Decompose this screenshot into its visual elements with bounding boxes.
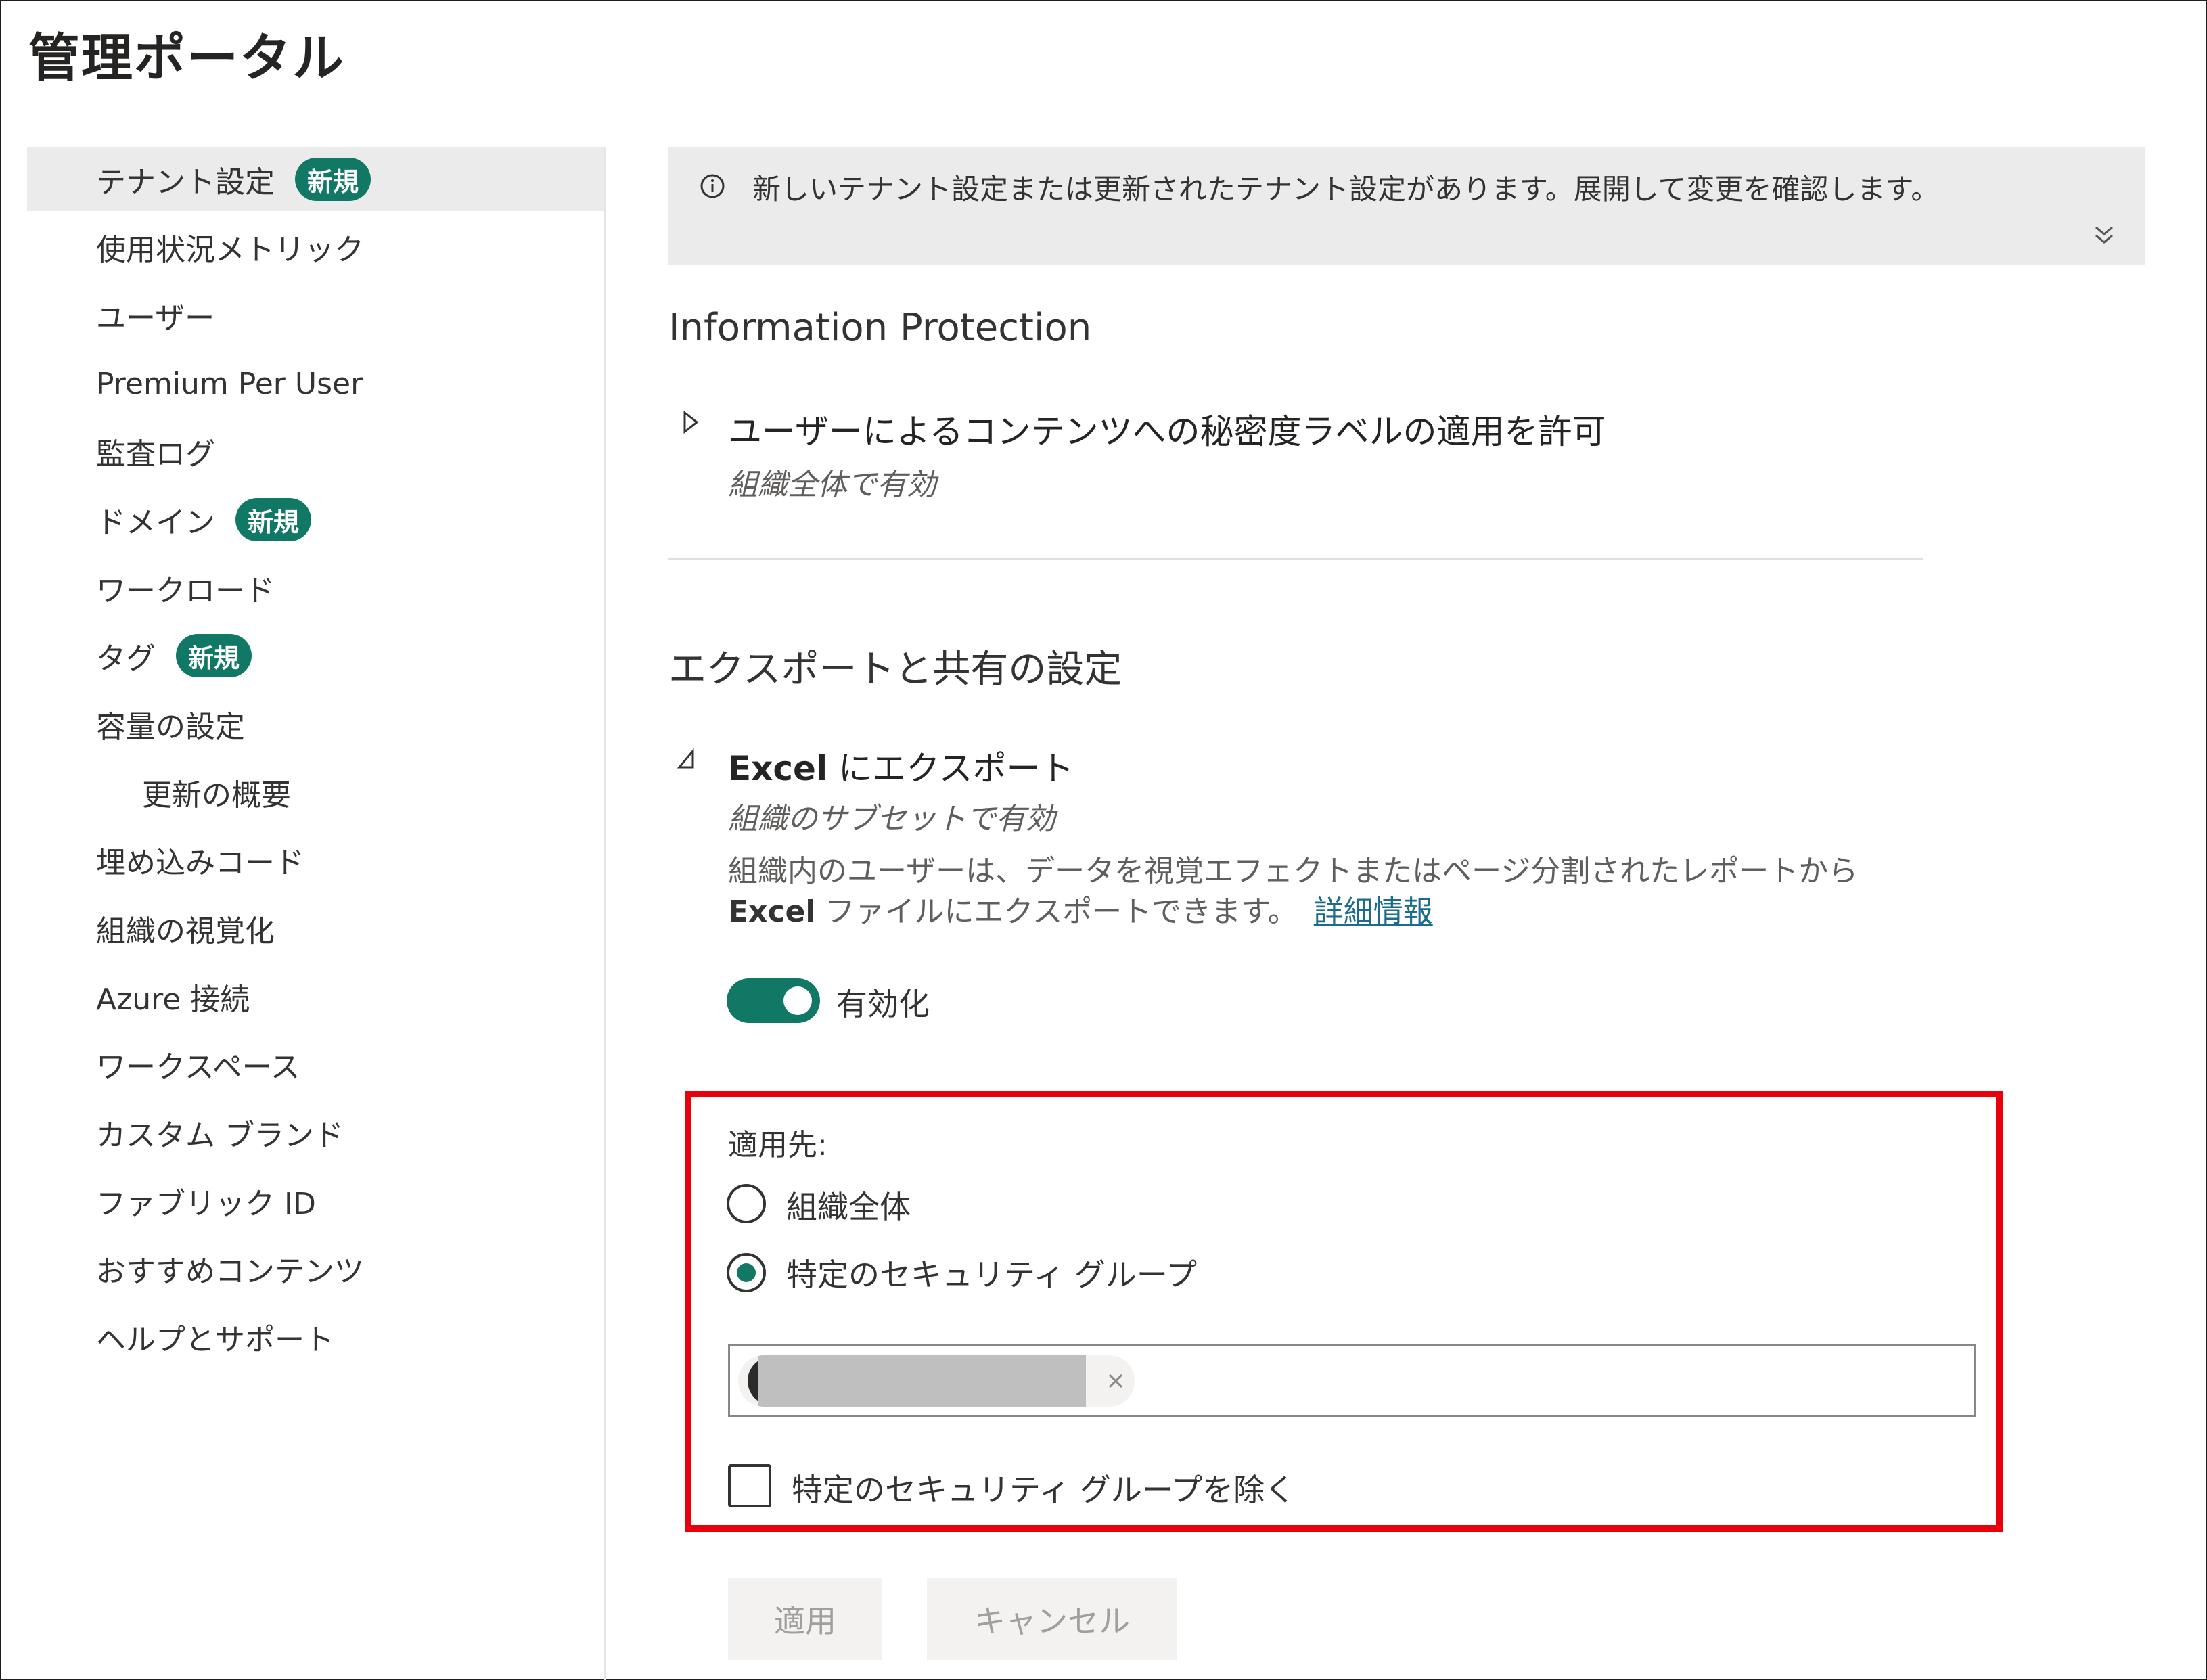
remove-chip-button[interactable]: [1097, 1355, 1135, 1407]
caret-expanded-icon[interactable]: [677, 746, 697, 773]
sidebar-item-domains[interactable]: ドメイン 新規: [27, 488, 604, 551]
info-icon: [700, 174, 725, 198]
cancel-button[interactable]: キャンセル: [927, 1578, 1177, 1660]
sidebar-item-audit-logs[interactable]: 監査ログ: [27, 419, 604, 483]
sidebar-item-label: タグ: [96, 641, 156, 676]
sidebar-item-label: ファブリック ID: [96, 1187, 316, 1221]
description-rest: ファイルにエクスポートできます。: [815, 894, 1298, 929]
section-divider: [668, 558, 1923, 560]
info-banner[interactable]: 新しいテナント設定または更新されたテナント設定があります。展開して変更を確認しま…: [668, 147, 2145, 265]
apply-to-label: 適用先:: [728, 1128, 827, 1162]
sidebar-item-org-visuals[interactable]: 組織の視覚化: [27, 896, 604, 960]
sidebar-item-label: Premium Per User: [96, 366, 363, 401]
sidebar-item-label: 使用状況メトリック: [96, 233, 364, 267]
radio-label-entire-org: 組織全体: [786, 1189, 911, 1225]
setting-title-bold: Excel: [728, 749, 828, 788]
sidebar-item-help-support[interactable]: ヘルプとサポート: [27, 1305, 604, 1369]
page-title: 管理ポータル: [28, 28, 345, 88]
setting-status: 組織全体で有効: [728, 468, 936, 502]
sidebar-item-label: ユーザー: [96, 301, 215, 336]
sidebar-item-users[interactable]: ユーザー: [27, 283, 604, 347]
sidebar-item-label: テナント設定: [96, 165, 275, 200]
sidebar-item-label: 埋め込みコード: [96, 846, 304, 880]
sidebar-item-workloads[interactable]: ワークロード: [27, 556, 604, 620]
exclude-groups-checkbox[interactable]: [728, 1464, 771, 1507]
caret-right-icon[interactable]: [681, 409, 701, 436]
section-title-info-protection: Information Protection: [668, 306, 1092, 350]
new-badge: 新規: [295, 158, 371, 201]
description-line-2: Excel ファイルにエクスポートできます。 詳細情報: [728, 892, 2013, 932]
setting-description: 組織内のユーザーは、データを視覚エフェクトまたはページ分割されたレポートから E…: [728, 851, 2013, 932]
radio-specific-groups[interactable]: [727, 1253, 766, 1292]
radio-selected-dot: [737, 1263, 756, 1282]
sidebar-item-label: ワークロード: [96, 574, 275, 608]
sidebar-item-azure-connections[interactable]: Azure 接続: [27, 965, 604, 1028]
sidebar-item-label: ドメイン: [96, 505, 215, 540]
sidebar-item-workspaces[interactable]: ワークスペース: [27, 1032, 604, 1096]
setting-status: 組織のサブセットで有効: [728, 802, 1055, 836]
close-icon: [1108, 1373, 1123, 1388]
sidebar-item-refresh-summary[interactable]: 更新の概要: [27, 760, 604, 824]
sidebar-item-custom-branding[interactable]: カスタム ブランド: [27, 1101, 604, 1164]
redacted-group-name: [758, 1355, 1086, 1407]
enable-toggle[interactable]: [727, 978, 820, 1023]
sidebar-item-label: ワークスペース: [96, 1050, 300, 1085]
sidebar-item-usage-metrics[interactable]: 使用状況メトリック: [27, 215, 604, 279]
radio-label-specific-groups: 特定のセキュリティ グループ: [786, 1256, 1198, 1293]
sidebar-item-embed-codes[interactable]: 埋め込みコード: [27, 828, 604, 892]
sidebar-item-label: Azure 接続: [96, 982, 250, 1017]
sidebar-item-label: 監査ログ: [96, 437, 215, 472]
banner-text: 新しいテナント設定または更新されたテナント設定があります。展開して変更を確認しま…: [752, 173, 1940, 206]
sidebar-item-label: 更新の概要: [142, 778, 291, 813]
double-chevron-down-icon[interactable]: [2091, 222, 2118, 249]
sidebar-item-featured-content[interactable]: おすすめコンテンツ: [27, 1237, 604, 1300]
new-badge: 新規: [176, 634, 252, 677]
sidebar: テナント設定 新規 使用状況メトリック ユーザー Premium Per Use…: [27, 147, 606, 1680]
learn-more-link[interactable]: 詳細情報: [1314, 894, 1433, 929]
description-bold: Excel: [728, 894, 816, 929]
sidebar-item-tags[interactable]: タグ 新規: [27, 624, 604, 687]
setting-title-rest: にエクスポート: [827, 749, 1074, 788]
section-title-export-sharing: エクスポートと共有の設定: [668, 648, 1122, 691]
sidebar-item-label: ヘルプとサポート: [96, 1323, 334, 1357]
sidebar-item-label: カスタム ブランド: [96, 1118, 344, 1153]
sidebar-item-capacity-settings[interactable]: 容量の設定: [27, 692, 604, 756]
sidebar-item-premium-per-user[interactable]: Premium Per User: [27, 352, 604, 415]
sidebar-item-label: おすすめコンテンツ: [96, 1254, 364, 1289]
selected-group-chip[interactable]: [738, 1355, 1135, 1407]
toggle-knob: [783, 986, 812, 1015]
security-group-picker[interactable]: [728, 1344, 1976, 1417]
toggle-label: 有効化: [836, 986, 930, 1022]
setting-title-export-excel[interactable]: Excel にエクスポート: [728, 742, 1074, 790]
radio-entire-org[interactable]: [727, 1184, 766, 1223]
sidebar-item-tenant-settings[interactable]: テナント設定 新規: [27, 147, 604, 211]
description-line-1: 組織内のユーザーは、データを視覚エフェクトまたはページ分割されたレポートから: [728, 854, 1859, 888]
exclude-groups-label: 特定のセキュリティ グループを除く: [792, 1472, 1296, 1508]
new-badge: 新規: [235, 498, 312, 541]
apply-button[interactable]: 適用: [728, 1578, 882, 1660]
sidebar-item-fabric-id[interactable]: ファブリック ID: [27, 1169, 604, 1233]
sidebar-item-label: 組織の視覚化: [96, 914, 275, 949]
sidebar-item-label: 容量の設定: [96, 710, 245, 744]
setting-title-sensitivity-labels[interactable]: ユーザーによるコンテンツへの秘密度ラベルの適用を許可: [728, 405, 1606, 453]
